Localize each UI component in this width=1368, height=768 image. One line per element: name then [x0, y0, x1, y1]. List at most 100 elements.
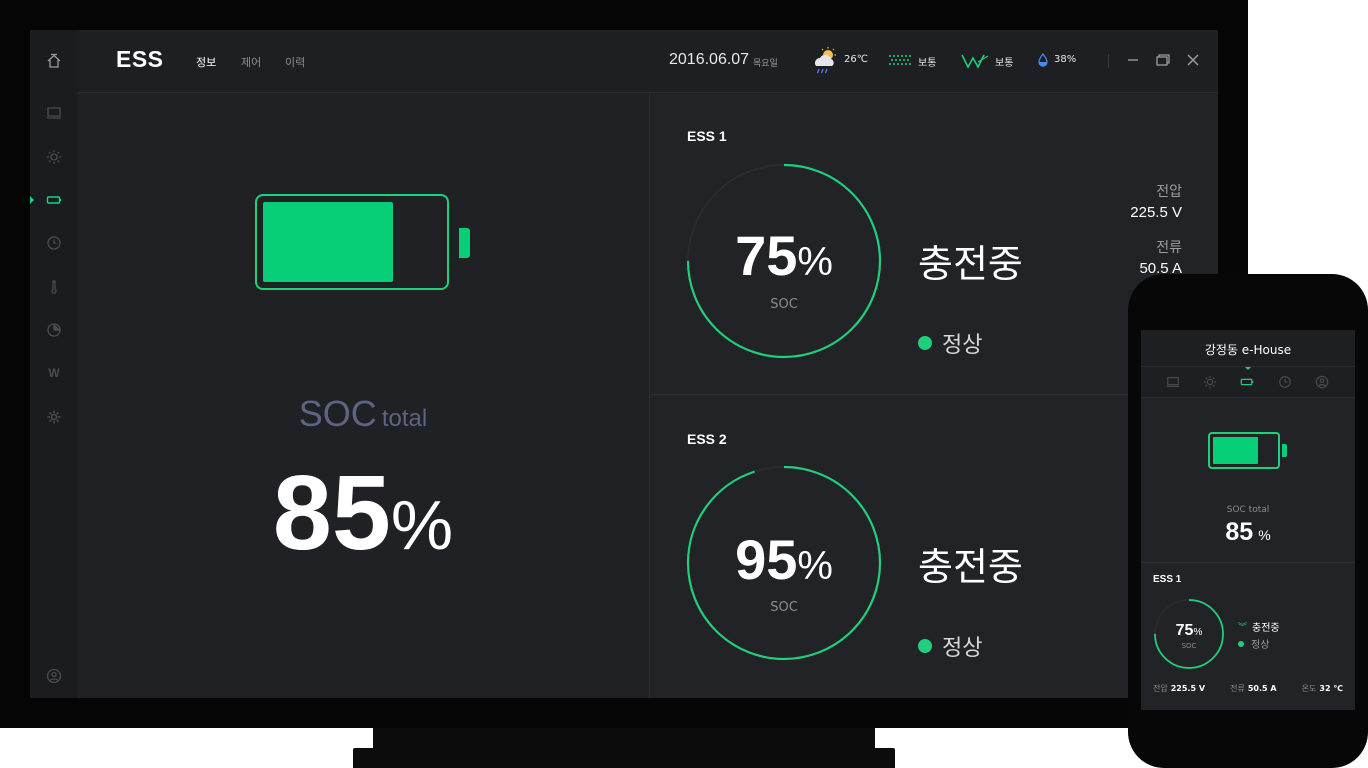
ess2-health-label: 정상 — [942, 636, 983, 661]
home-icon[interactable] — [42, 49, 66, 73]
soc-total-value: 85% — [78, 453, 648, 574]
mobile-battery-gauge — [1208, 432, 1280, 469]
mobile-ring-unit: % — [1193, 627, 1203, 638]
sidebar-item-monitor[interactable] — [42, 101, 66, 125]
mobile-status: ︾ 충전중 — [1238, 619, 1280, 634]
tab-control[interactable]: 제어 — [241, 54, 261, 70]
soc-total-label: SOC total — [78, 393, 648, 435]
mobile-battery-fill — [1213, 437, 1258, 464]
pie-icon — [47, 323, 61, 337]
mobile-nav-solar[interactable] — [1202, 374, 1218, 390]
status-dot — [1238, 640, 1244, 647]
close-button[interactable] — [1185, 52, 1201, 68]
mobile-nav-marker — [1245, 367, 1251, 370]
ess1-name: ESS 1 — [687, 128, 727, 144]
wind-status: 보통 — [995, 58, 1014, 69]
ess1-soc-number: 75 — [735, 224, 798, 287]
mobile-health-label: 정상 — [1251, 640, 1270, 651]
dust-icon — [889, 55, 911, 65]
header-separator — [1108, 54, 1109, 68]
humidity-drop-icon — [1038, 53, 1048, 67]
mobile-status-label: 충전중 — [1252, 623, 1280, 634]
metric-label: 전압 — [1153, 684, 1168, 693]
sidebar: W — [30, 30, 78, 698]
ess1-soc-unit: % — [797, 240, 833, 284]
ess2-status: 충전중 — [918, 545, 1023, 589]
mobile-nav-ess[interactable] — [1239, 374, 1255, 390]
current-date: 2016.06.07 — [669, 51, 750, 68]
ess2-soc-number: 95 — [735, 528, 798, 591]
ess1-voltage-label: 전압 — [1156, 184, 1182, 200]
sidebar-item-temperature[interactable] — [42, 275, 66, 299]
restore-button[interactable] — [1155, 52, 1171, 68]
ess2-soc-unit: % — [797, 544, 833, 588]
ess1-soc-value: 75% — [686, 223, 882, 288]
sun-icon — [47, 150, 61, 164]
soc-value: 85 — [272, 454, 391, 572]
status-dot — [918, 639, 932, 653]
soc-label-sub: total — [381, 405, 428, 432]
sidebar-item-stats[interactable] — [42, 318, 66, 342]
mobile-health: 정상 — [1238, 636, 1269, 651]
battery-icon — [1240, 378, 1254, 386]
mobile-divider — [1141, 562, 1355, 563]
monitor-stand-base — [353, 748, 895, 768]
mobile-nav-history[interactable] — [1277, 374, 1293, 390]
sidebar-item-history[interactable] — [42, 231, 66, 255]
battery-fill — [263, 202, 393, 282]
mobile-nav-monitor[interactable] — [1165, 374, 1181, 390]
ess1-soc-label: SOC — [770, 297, 798, 312]
sidebar-item-power[interactable]: W — [42, 361, 66, 385]
tab-info[interactable]: 정보 — [196, 54, 216, 70]
battery-terminal — [459, 228, 470, 258]
w-icon: W — [48, 366, 60, 380]
monitor-icon — [1166, 377, 1180, 387]
clock-icon — [1279, 376, 1291, 388]
sidebar-item-settings[interactable] — [42, 405, 66, 429]
soc-unit: % — [390, 486, 454, 564]
monitor-stand-neck — [373, 728, 875, 750]
mobile-site-title: 강정동 e-House — [1204, 343, 1292, 357]
mobile-metric-temperature: 온도 32 ℃ — [1302, 683, 1343, 694]
metric-label: 전류 — [1230, 684, 1245, 693]
mobile-app-screen: 강정동 e-House SOC total 85 % ESS 1 75% SOC… — [1141, 330, 1355, 710]
battery-gauge — [255, 194, 449, 290]
mobile-soc-value: 85 — [1225, 518, 1254, 546]
thermometer-icon — [51, 280, 57, 294]
mobile-ess-name: ESS 1 — [1153, 574, 1182, 585]
mobile-nav-account[interactable] — [1314, 374, 1330, 390]
humidity-value: 38% — [1054, 54, 1077, 65]
ess1-current-label: 전류 — [1156, 240, 1182, 256]
header-bar: ESS 정보 제어 이력 2016.06.07 목요일 26℃ 보통 보통 38… — [78, 30, 1218, 93]
ess2-name: ESS 2 — [687, 431, 727, 447]
dust-status: 보통 — [918, 58, 937, 69]
user-icon — [1315, 375, 1329, 389]
minimize-icon — [1128, 59, 1138, 61]
metric-label: 온도 — [1301, 684, 1317, 693]
tab-history[interactable]: 이력 — [285, 54, 305, 70]
current-day: 목요일 — [753, 59, 778, 69]
soc-label: SOC — [298, 393, 377, 434]
sidebar-item-solar[interactable] — [42, 145, 66, 169]
user-icon — [46, 668, 62, 684]
close-icon — [1187, 54, 1199, 66]
mobile-ring-label: SOC — [1181, 642, 1197, 650]
ess2-soc-value: 95% — [686, 527, 882, 592]
metric-value: 50.5 A — [1247, 684, 1277, 693]
mobile-ring-value: 75% — [1153, 620, 1225, 640]
mobile-ring-number: 75 — [1175, 622, 1194, 639]
metric-value: 32 ℃ — [1319, 684, 1343, 693]
sidebar-active-marker — [30, 196, 34, 204]
minimize-button[interactable] — [1125, 52, 1141, 68]
desktop-app-screen: W ESS 정보 제어 이력 2016.06.07 목요일 26℃ 보통 보통 … — [30, 30, 1218, 698]
mobile-nav — [1141, 367, 1355, 398]
mobile-metrics: 전압 225.5 V 전류 50.5 A 온도 32 ℃ — [1153, 683, 1343, 694]
sidebar-item-ess[interactable] — [42, 188, 66, 212]
metric-value: 225.5 V — [1170, 684, 1206, 693]
mobile-metric-current: 전류 50.5 A — [1230, 683, 1276, 694]
ess1-health: 정상 — [918, 327, 982, 359]
ess2-health: 정상 — [918, 630, 982, 662]
sidebar-item-account[interactable] — [42, 664, 66, 688]
ess2-soc-label: SOC — [770, 600, 798, 615]
ess1-status: 충전중 — [918, 242, 1023, 286]
